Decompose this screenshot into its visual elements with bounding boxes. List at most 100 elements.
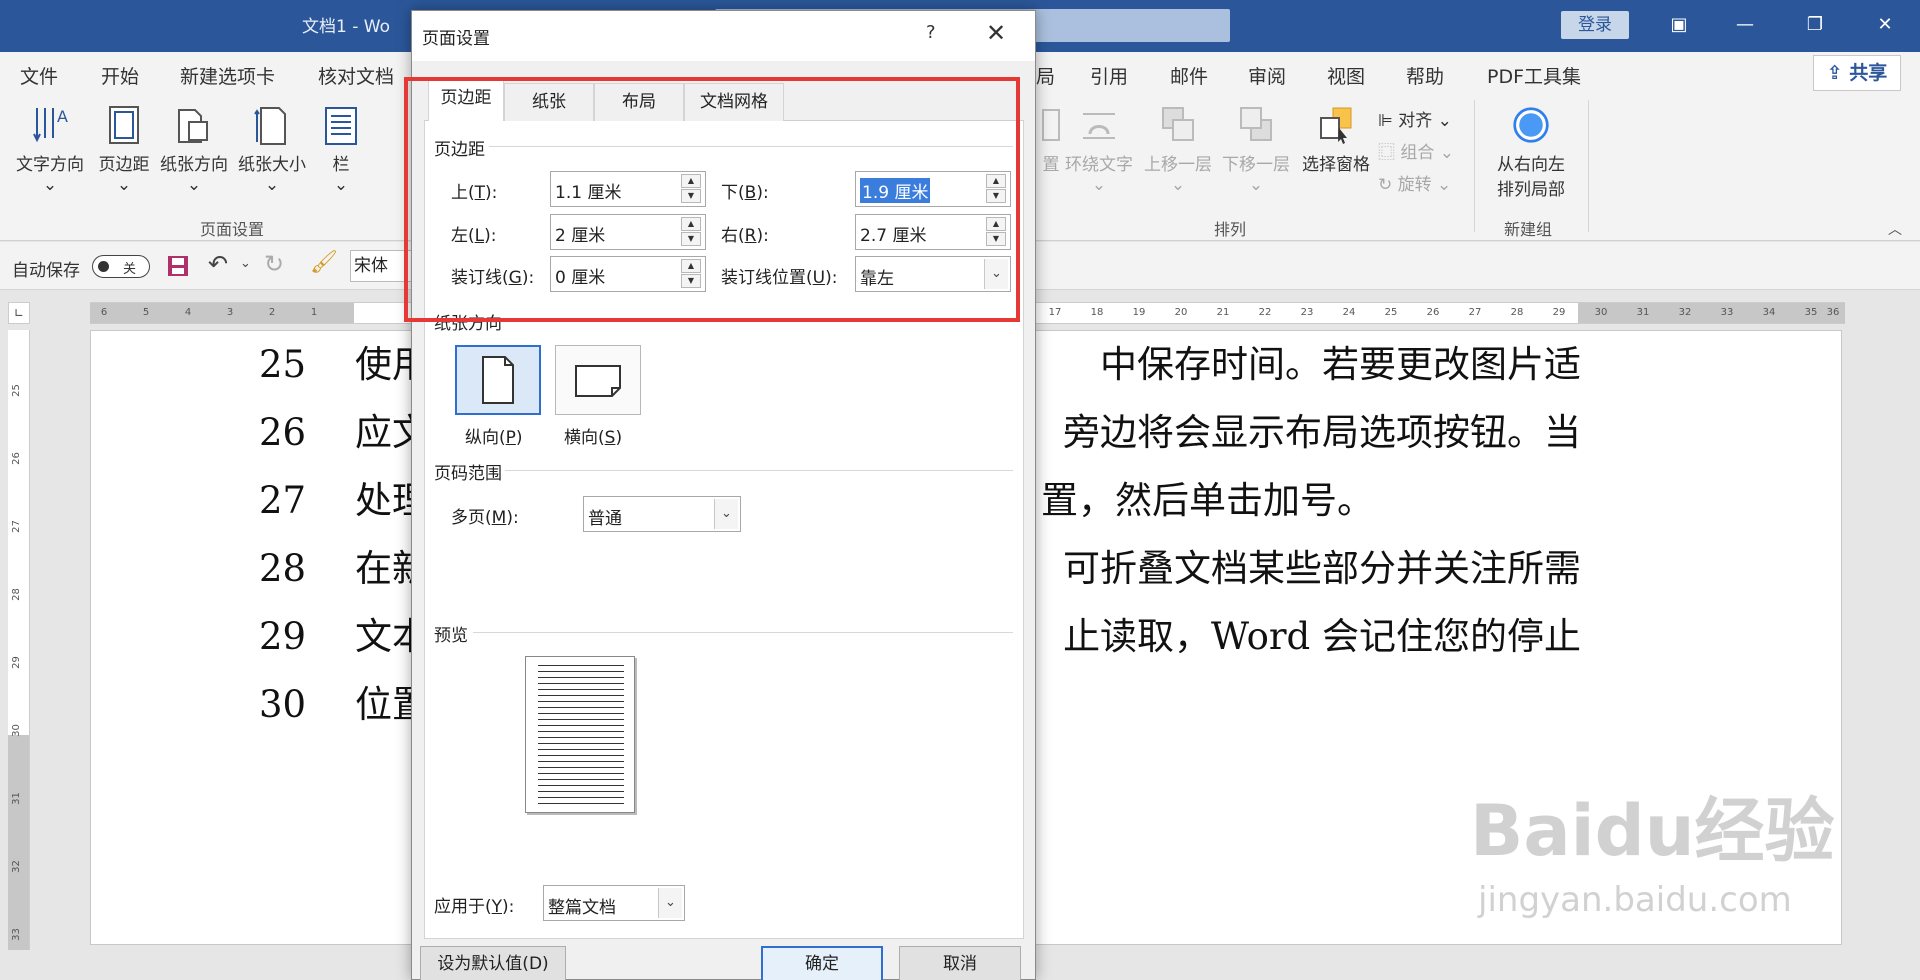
chevron-down-icon: ⌄ bbox=[186, 175, 202, 195]
tab-file[interactable]: 文件 bbox=[20, 62, 58, 89]
group-icon: ⿴ bbox=[1378, 143, 1395, 163]
tab-selector[interactable]: ∟ bbox=[8, 302, 30, 324]
spin-down-icon[interactable]: ▼ bbox=[986, 232, 1006, 246]
chevron-down-icon: ⌄ bbox=[333, 175, 349, 195]
tab-proofread[interactable]: 核对文档 bbox=[318, 62, 394, 89]
close-window-icon[interactable]: ✕ bbox=[1870, 10, 1900, 40]
collapse-ribbon-icon[interactable]: ︿ bbox=[1888, 219, 1902, 239]
tab-paper[interactable]: 纸张 bbox=[504, 83, 594, 121]
spin-up-icon[interactable]: ▲ bbox=[681, 259, 701, 273]
dialog-titlebar: 页面设置 ? ✕ bbox=[412, 11, 1035, 61]
bottom-margin-label: 下(B): bbox=[721, 183, 769, 203]
document-line-tail: 止读取，Word 会记住您的停止 bbox=[1063, 615, 1581, 658]
columns-icon bbox=[325, 107, 357, 145]
restore-icon[interactable]: ❐ bbox=[1800, 10, 1830, 40]
margins-button[interactable]: 页边距 ⌄ bbox=[94, 104, 154, 195]
text-direction-icon: A bbox=[33, 107, 68, 143]
format-painter-icon[interactable]: 🖌 bbox=[310, 250, 338, 275]
rtl-layout-button[interactable]: 从右向左 排列局部 bbox=[1486, 104, 1576, 200]
spin-down-icon[interactable]: ▼ bbox=[986, 189, 1006, 203]
chevron-down-icon: ⌄ bbox=[1248, 175, 1264, 195]
spin-up-icon[interactable]: ▲ bbox=[986, 217, 1006, 231]
paper-size-button[interactable]: 纸张大小 ⌄ bbox=[234, 104, 310, 195]
landscape-option[interactable] bbox=[555, 345, 641, 415]
top-margin-input[interactable]: 1.1 厘米 ▲ ▼ bbox=[550, 171, 706, 207]
apply-to-select[interactable]: 整篇文档 ⌄ bbox=[543, 885, 685, 921]
selection-pane-button[interactable]: 选择窗格 bbox=[1298, 104, 1374, 175]
rotate-button[interactable]: ↻ 旋转 ⌄ bbox=[1378, 170, 1451, 195]
gutter-position-label: 装订线位置(U): bbox=[721, 268, 838, 288]
line-number: 30 bbox=[259, 683, 307, 726]
pages-section-heading: 页码范围 bbox=[434, 464, 502, 484]
bring-forward-icon bbox=[1162, 107, 1194, 141]
position-button[interactable]: 置 bbox=[1040, 104, 1062, 175]
gutter-position-select[interactable]: 靠左 ⌄ bbox=[855, 256, 1011, 292]
vertical-ruler[interactable]: 25 26 27 28 29 30 31 32 33 bbox=[8, 330, 30, 950]
help-icon[interactable]: ? bbox=[926, 22, 936, 43]
group-objects-button[interactable]: ⿴ 组合 ⌄ bbox=[1378, 138, 1454, 163]
tab-layout[interactable]: 局 bbox=[1036, 62, 1055, 89]
position-icon bbox=[1042, 109, 1060, 141]
spin-down-icon[interactable]: ▼ bbox=[681, 232, 701, 246]
spin-up-icon[interactable]: ▲ bbox=[986, 174, 1006, 188]
redo-icon[interactable]: ↻ bbox=[264, 250, 284, 278]
tab-document-grid[interactable]: 文档网格 bbox=[684, 83, 784, 121]
circle-icon bbox=[1513, 107, 1549, 143]
cancel-button[interactable]: 取消 bbox=[899, 946, 1021, 980]
tab-layout[interactable]: 布局 bbox=[594, 83, 684, 121]
set-default-button[interactable]: 设为默认值(D) bbox=[420, 946, 566, 980]
bottom-margin-input[interactable]: 1.9 厘米 ▲ ▼ bbox=[855, 171, 1011, 207]
wrap-text-button[interactable]: 环绕文字 ⌄ bbox=[1060, 104, 1138, 195]
spin-down-icon[interactable]: ▼ bbox=[681, 274, 701, 288]
document-line: 29 文本 bbox=[259, 615, 429, 658]
columns-button[interactable]: 栏 ⌄ bbox=[318, 104, 364, 195]
tab-help[interactable]: 帮助 bbox=[1406, 62, 1444, 89]
tab-review[interactable]: 审阅 bbox=[1248, 62, 1286, 89]
spin-up-icon[interactable]: ▲ bbox=[681, 174, 701, 188]
send-backward-button[interactable]: 下移一层 ⌄ bbox=[1218, 104, 1294, 195]
share-button[interactable]: ⇪ 共享 bbox=[1813, 55, 1901, 91]
tab-margins[interactable]: 页边距 bbox=[428, 79, 504, 122]
save-icon[interactable] bbox=[166, 254, 190, 278]
login-button[interactable]: 登录 bbox=[1561, 11, 1629, 39]
paper-size-icon bbox=[254, 107, 286, 145]
text-direction-button[interactable]: A 文字方向 ⌄ bbox=[12, 104, 88, 195]
right-margin-input[interactable]: 2.7 厘米 ▲ ▼ bbox=[855, 214, 1011, 250]
tab-new-custom[interactable]: 新建选项卡 bbox=[180, 62, 275, 89]
font-name-box[interactable]: 宋体 bbox=[350, 250, 420, 282]
bring-forward-button[interactable]: 上移一层 ⌄ bbox=[1140, 104, 1216, 195]
document-line: 26 应文 bbox=[259, 411, 429, 454]
undo-icon[interactable]: ↶ bbox=[208, 250, 228, 278]
tab-view[interactable]: 视图 bbox=[1327, 62, 1365, 89]
align-button[interactable]: ⊫ 对齐 ⌄ bbox=[1378, 106, 1452, 131]
line-number: 27 bbox=[259, 479, 307, 522]
orientation-button[interactable]: 纸张方向 ⌄ bbox=[156, 104, 232, 195]
autosave-toggle[interactable]: 关 bbox=[92, 255, 150, 278]
spin-up-icon[interactable]: ▲ bbox=[681, 217, 701, 231]
multiple-pages-select[interactable]: 普通 ⌄ bbox=[583, 496, 741, 532]
document-line-tail: 中保存时间。若要更改图片适 bbox=[1100, 343, 1581, 386]
tab-mailings[interactable]: 邮件 bbox=[1170, 62, 1208, 89]
ribbon-display-icon[interactable]: ▣ bbox=[1664, 10, 1694, 40]
portrait-option[interactable] bbox=[455, 345, 541, 415]
close-icon[interactable]: ✕ bbox=[986, 19, 1006, 47]
minimize-icon[interactable]: — bbox=[1730, 10, 1760, 40]
tab-pdf-tools[interactable]: PDF工具集 bbox=[1487, 62, 1581, 89]
share-label: 共享 bbox=[1849, 62, 1888, 84]
gutter-label: 装订线(G): bbox=[451, 268, 535, 288]
left-margin-label: 左(L): bbox=[451, 226, 497, 246]
gutter-input[interactable]: 0 厘米 ▲ ▼ bbox=[550, 256, 706, 292]
group-separator bbox=[1474, 100, 1475, 232]
chevron-down-icon: ⌄ bbox=[42, 175, 58, 195]
tab-references[interactable]: 引用 bbox=[1090, 62, 1128, 89]
undo-dropdown-icon[interactable]: ⌄ bbox=[240, 256, 251, 271]
top-margin-label: 上(T): bbox=[451, 183, 498, 203]
share-icon: ⇪ bbox=[1826, 62, 1843, 84]
ok-button[interactable]: 确定 bbox=[761, 946, 883, 980]
margins-icon bbox=[109, 106, 139, 144]
left-margin-input[interactable]: 2 厘米 ▲ ▼ bbox=[550, 214, 706, 250]
tab-home[interactable]: 开始 bbox=[101, 62, 139, 89]
spin-down-icon[interactable]: ▼ bbox=[681, 189, 701, 203]
arrange-group-label: 排列 bbox=[1214, 220, 1247, 239]
align-icon: ⊫ bbox=[1378, 111, 1393, 131]
